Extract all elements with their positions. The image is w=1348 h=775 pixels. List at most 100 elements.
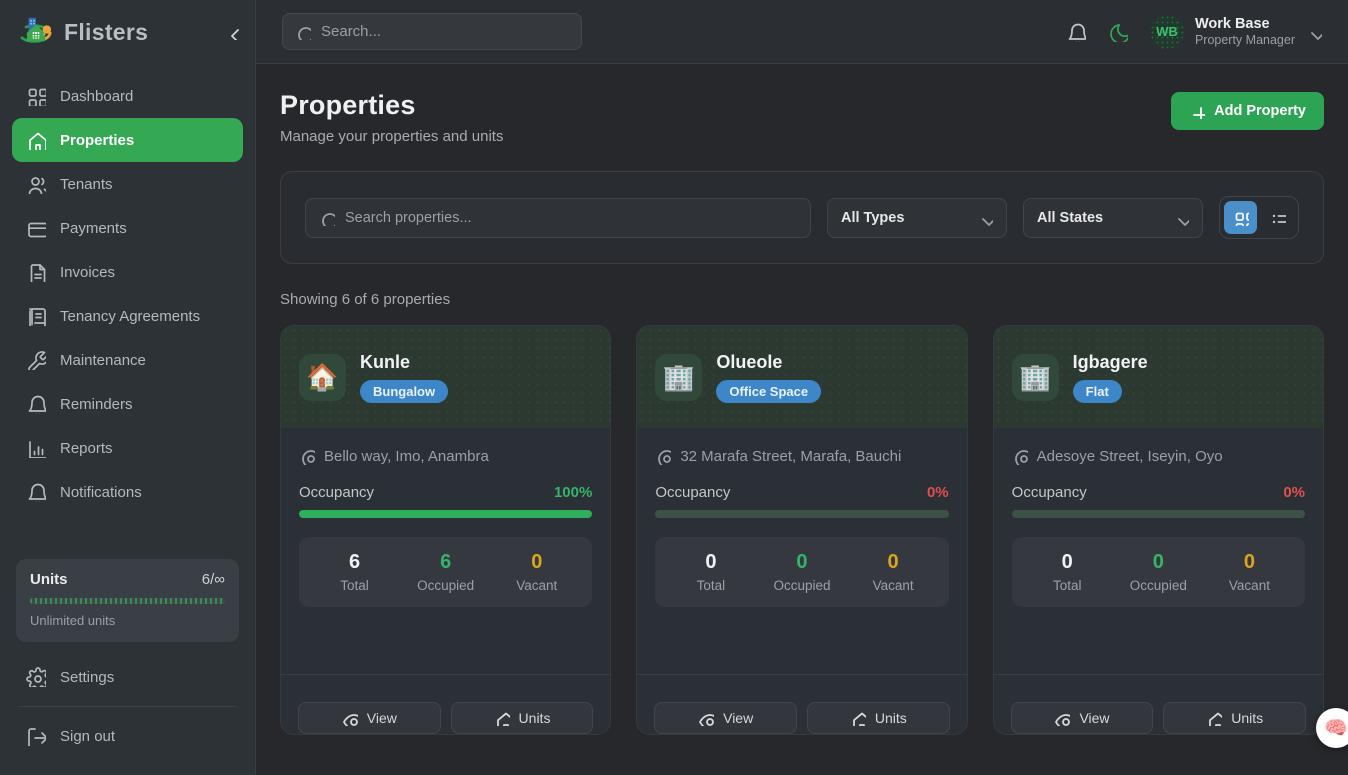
results-count: Showing 6 of 6 properties	[280, 291, 1324, 308]
total-units-value: 0	[665, 551, 756, 574]
property-card-footer: View Units	[994, 674, 1323, 734]
type-filter-select[interactable]: All Types	[827, 198, 1007, 238]
sidebar-item-label: Maintenance	[60, 352, 146, 369]
occupancy-bar-fill	[299, 510, 592, 518]
units-quota-count: 6/∞	[202, 571, 225, 588]
sidebar-item-reminders[interactable]: Reminders	[12, 382, 243, 426]
sidebar-item-signout[interactable]: Sign out	[16, 715, 239, 757]
property-search-input[interactable]	[345, 210, 797, 226]
page-title: Properties	[280, 90, 503, 121]
property-address: Adesoye Street, Iseyin, Oyo	[1037, 448, 1223, 465]
ai-assistant-brain-button[interactable]: 🧠	[1316, 708, 1348, 748]
sidebar-item-tenants[interactable]: Tenants	[12, 162, 243, 206]
flisters-logo-icon	[16, 12, 56, 52]
sidebar-item-invoices[interactable]: Invoices	[12, 250, 243, 294]
occupied-units-value: 0	[1113, 551, 1204, 574]
units-button-label: Units	[519, 710, 551, 726]
home-icon	[1206, 710, 1222, 726]
total-units-label: Total	[1022, 578, 1113, 593]
units-property-button[interactable]: Units	[1163, 702, 1306, 734]
property-card-kunle: 🏠 Kunle Bungalow Bello way, Imo, Anambra…	[280, 325, 611, 735]
bell-icon	[26, 482, 46, 502]
sidebar-item-maintenance[interactable]: Maintenance	[12, 338, 243, 382]
occupancy-label: Occupancy	[299, 484, 374, 501]
view-mode-toggle	[1219, 196, 1299, 239]
sidebar-item-properties[interactable]: Properties	[12, 118, 243, 162]
occupied-units-label: Occupied	[756, 578, 847, 593]
occupancy-bar	[1012, 510, 1305, 518]
bell-icon	[26, 394, 46, 414]
user-role: Property Manager	[1195, 33, 1295, 49]
sidebar-item-reports[interactable]: Reports	[12, 426, 243, 470]
avatar: WB	[1150, 15, 1184, 49]
sidebar-item-label: Properties	[60, 132, 134, 149]
property-card-header: 🏢 Olueole Office Space	[637, 326, 966, 428]
occupancy-percent: 0%	[927, 484, 949, 501]
list-view-button[interactable]	[1261, 201, 1294, 234]
occupied-units-label: Occupied	[400, 578, 491, 593]
sidebar-item-payments[interactable]: Payments	[12, 206, 243, 250]
property-type-badge: Bungalow	[360, 380, 448, 403]
add-property-label: Add Property	[1214, 103, 1306, 119]
eye-icon	[698, 710, 714, 726]
map-pin-icon	[655, 449, 671, 465]
dashboard-icon	[26, 86, 46, 106]
occupancy-label: Occupancy	[1012, 484, 1087, 501]
notifications-bell-button[interactable]	[1066, 22, 1086, 42]
vacant-units-label: Vacant	[848, 578, 939, 593]
sidebar-item-label: Invoices	[60, 264, 115, 281]
property-card-header: 🏠 Kunle Bungalow	[281, 326, 610, 428]
occupancy-bar	[299, 510, 592, 518]
sidebar-item-dashboard[interactable]: Dashboard	[12, 74, 243, 118]
units-quota-title: Units	[30, 571, 68, 588]
map-pin-icon	[299, 449, 315, 465]
sidebar-collapse-button[interactable]	[223, 24, 239, 40]
units-property-button[interactable]: Units	[451, 702, 594, 734]
sidebar-item-tenancy-agreements[interactable]: Tenancy Agreements	[12, 294, 243, 338]
units-button-label: Units	[875, 710, 907, 726]
global-search[interactable]	[282, 13, 582, 50]
home-icon	[494, 710, 510, 726]
sidebar-item-label: Tenancy Agreements	[60, 308, 200, 325]
unit-stats: 6Total 6Occupied 0Vacant	[299, 537, 592, 607]
credit-card-icon	[26, 218, 46, 238]
view-property-button[interactable]: View	[298, 702, 441, 734]
home-icon	[850, 710, 866, 726]
units-quota-widget: Units 6/∞ Unlimited units	[16, 559, 239, 642]
property-card-olueole: 🏢 Olueole Office Space 32 Marafa Street,…	[636, 325, 967, 735]
sidebar-item-notifications[interactable]: Notifications	[12, 470, 243, 514]
view-property-button[interactable]: View	[1011, 702, 1154, 734]
sidebar: Flisters Dashboard Properties Tenants Pa…	[0, 0, 256, 775]
page-subtitle: Manage your properties and units	[280, 128, 503, 145]
property-card-igbagere: 🏢 Igbagere Flat Adesoye Street, Iseyin, …	[993, 325, 1324, 735]
gear-icon	[26, 667, 46, 687]
sidebar-item-settings[interactable]: Settings	[16, 656, 239, 698]
total-units-label: Total	[665, 578, 756, 593]
units-property-button[interactable]: Units	[807, 702, 950, 734]
view-property-button[interactable]: View	[654, 702, 797, 734]
vacant-units-value: 0	[1204, 551, 1295, 574]
occupied-units-label: Occupied	[1113, 578, 1204, 593]
users-icon	[26, 174, 46, 194]
unit-stats: 0Total 0Occupied 0Vacant	[655, 537, 948, 607]
vacant-units-label: Vacant	[491, 578, 582, 593]
search-icon	[319, 210, 335, 226]
property-emoji-icon: 🏠	[299, 354, 346, 401]
type-filter-value: All Types	[841, 210, 904, 226]
page-header: Properties Manage your properties and un…	[280, 90, 1324, 145]
add-property-button[interactable]: Add Property	[1171, 92, 1324, 130]
property-title: Kunle	[360, 352, 448, 373]
user-menu[interactable]: WB Work Base Property Manager	[1150, 15, 1322, 49]
unit-stats: 0Total 0Occupied 0Vacant	[1012, 537, 1305, 607]
total-units-value: 0	[1022, 551, 1113, 574]
dark-mode-moon-button[interactable]	[1108, 22, 1128, 42]
global-search-input[interactable]	[321, 23, 569, 40]
state-filter-select[interactable]: All States	[1023, 198, 1203, 238]
logout-icon	[26, 726, 46, 746]
grid-view-button[interactable]	[1224, 201, 1257, 234]
chevron-down-icon	[1173, 210, 1189, 226]
property-address: Bello way, Imo, Anambra	[324, 448, 489, 465]
property-search[interactable]	[305, 198, 811, 238]
user-name: Work Base	[1195, 15, 1295, 33]
sidebar-nav: Dashboard Properties Tenants Payments In…	[0, 64, 255, 514]
